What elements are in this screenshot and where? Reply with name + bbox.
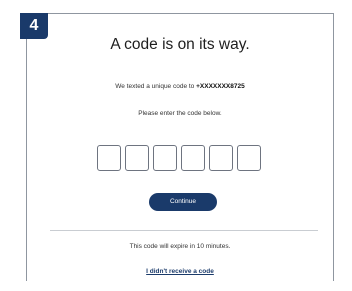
resend-container: I didn't receive a code	[26, 268, 334, 275]
code-input-row	[97, 145, 261, 171]
masked-phone-number: +XXXXXXX8725	[196, 83, 245, 90]
divider	[50, 230, 318, 231]
code-digit-2[interactable]	[125, 145, 149, 171]
step-badge: 4	[20, 13, 48, 39]
texted-prefix: We texted a unique code to	[115, 83, 197, 90]
code-digit-1[interactable]	[97, 145, 121, 171]
verification-page: 4 A code is on its way. We texted a uniq…	[0, 0, 352, 291]
code-digit-4[interactable]	[181, 145, 205, 171]
code-digit-3[interactable]	[153, 145, 177, 171]
continue-button[interactable]: Continue	[149, 193, 217, 211]
instruction-text: Please enter the code below.	[138, 110, 222, 117]
expiry-notice: This code will expire in 10 minutes.	[129, 243, 231, 250]
code-digit-5[interactable]	[209, 145, 233, 171]
texted-message: We texted a unique code to +XXXXXXX8725	[26, 83, 334, 90]
resend-code-link[interactable]: I didn't receive a code	[146, 268, 214, 275]
code-digit-6[interactable]	[237, 145, 261, 171]
dialog-title: A code is on its way.	[110, 36, 250, 53]
